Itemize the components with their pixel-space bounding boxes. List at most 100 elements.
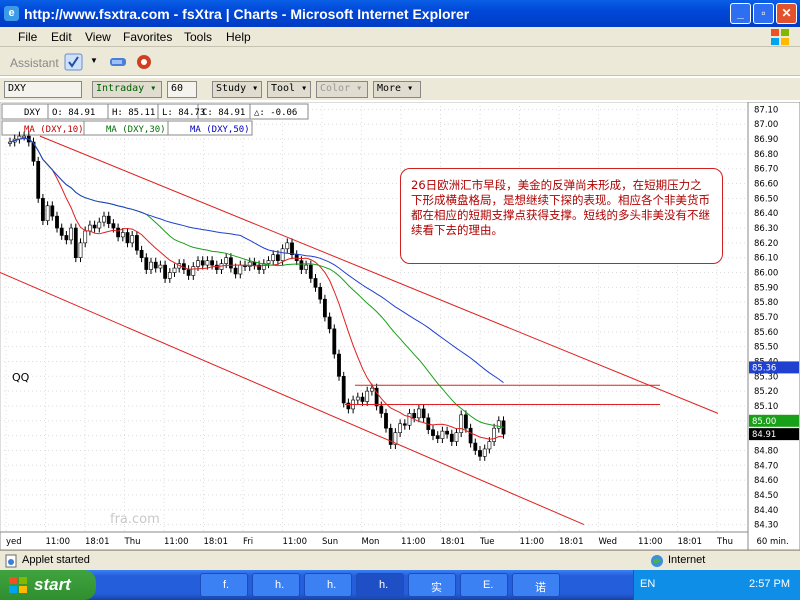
candle-body (149, 261, 153, 270)
candle-body (304, 264, 309, 270)
candle-body (487, 441, 492, 450)
time-tick-label: 18:01 (204, 537, 229, 547)
pencil-icon[interactable] (108, 53, 128, 71)
price-tick-label: 86.80 (754, 150, 778, 160)
time-axis: yed 11:00 18:01 Thu 11:00 18:01 Fri 11:00 Sun Mon… (0, 531, 789, 550)
price-tick-label: 84.70 (754, 461, 778, 471)
price-marker-label: 84.91 (752, 430, 776, 440)
study-menu-button[interactable]: Study ▾ (212, 81, 262, 98)
candle-body (191, 266, 196, 276)
price-axis: 87.10 87.00 86.90 86.80 86.70 86.60 86.50 86.40… (747, 102, 800, 550)
taskbar-window-button[interactable]: 实 (408, 573, 456, 597)
price-tick-label: 84.60 (754, 476, 778, 486)
ohlc-close: C: 84.91 (202, 108, 245, 118)
qq-label: QQ (12, 371, 30, 384)
candle-body (45, 205, 50, 221)
time-tick-label: 11:00 (46, 537, 71, 547)
color-menu-button[interactable]: Color ▾ (316, 81, 368, 98)
taskbar-window-button[interactable]: 诺 (512, 573, 560, 597)
candle-body (247, 261, 252, 267)
language-indicator[interactable]: EN (640, 578, 655, 590)
taskbar-window-button[interactable]: f. (200, 573, 248, 597)
period-input[interactable]: 60 (167, 81, 197, 98)
price-tick-label: 86.60 (754, 180, 778, 190)
candle-body (120, 232, 125, 238)
ma10-legend: MA (DXY,10) (24, 125, 84, 135)
price-tick-label: 84.40 (754, 506, 778, 516)
candle-body (266, 260, 271, 264)
minimize-button[interactable]: _ (730, 3, 751, 24)
candle-body (55, 215, 59, 229)
candle-body (139, 249, 144, 258)
candle-body (435, 435, 440, 439)
ohlc-change: △: -0.06 (254, 108, 297, 118)
page-icon (5, 554, 17, 568)
menu-view[interactable]: View (85, 30, 111, 44)
price-tick-label: 86.20 (754, 239, 778, 249)
candle-body (233, 267, 238, 275)
candle-body (205, 260, 210, 266)
assistant-check-icon[interactable] (64, 53, 84, 71)
symbol-input[interactable]: DXY (4, 81, 82, 98)
ma50-legend: MA (DXY,50) (190, 125, 250, 135)
windows-flag-icon (9, 577, 27, 593)
candle-body (346, 402, 351, 410)
price-tick-label: 86.70 (754, 165, 778, 175)
tool-label: Tool (271, 83, 296, 94)
taskbar-window-button[interactable]: h. (304, 573, 352, 597)
price-tick-label: 84.50 (754, 491, 778, 501)
menu-bar: File Edit View Favorites Tools Help (0, 27, 800, 47)
start-button[interactable]: start (0, 570, 96, 600)
candle-body (186, 269, 191, 276)
menu-file[interactable]: File (18, 30, 37, 44)
candle-body (83, 230, 88, 244)
annotation-box[interactable]: 26日欧洲汇市早段，美金的反弹尚未形成，在短期压力之下形成横盘格局，是想继续下探… (400, 168, 723, 264)
zone-text: Internet (668, 554, 706, 566)
tool-menu-button[interactable]: Tool ▾ (267, 81, 311, 98)
time-tick-label: 11:00 (283, 537, 308, 547)
price-tick-label: 86.90 (754, 135, 778, 145)
candle-body (369, 387, 374, 392)
menu-help[interactable]: Help (226, 30, 251, 44)
candle-body (449, 433, 454, 442)
price-tick-label: 84.80 (754, 446, 778, 456)
candle-body (332, 328, 337, 355)
candle-body (313, 278, 318, 288)
candle-body (421, 408, 426, 419)
time-tick-label: 11:00 (638, 537, 663, 547)
candle-body (69, 227, 74, 241)
more-menu-button[interactable]: More ▾ (373, 81, 421, 98)
candle-body (210, 260, 215, 266)
price-tick-label: 86.50 (754, 194, 778, 204)
maximize-button[interactable]: ▫ (753, 3, 774, 24)
taskbar-window-button[interactable]: h. (252, 573, 300, 597)
price-tick-label: 84.30 (754, 521, 778, 531)
price-tick-label: 85.20 (754, 387, 778, 397)
ohlc-symbol: DXY (24, 108, 41, 118)
candle-body (360, 396, 365, 402)
candle-body (440, 430, 445, 439)
assistant-label: Assistant (10, 56, 59, 70)
candle-body (224, 257, 229, 264)
candle-body (196, 260, 200, 267)
candle-body (97, 221, 102, 229)
candle-body (111, 223, 116, 229)
close-button[interactable]: ✕ (776, 3, 797, 24)
study-label: Study (216, 83, 247, 94)
candle-body (135, 235, 139, 251)
menu-favorites[interactable]: Favorites (123, 30, 172, 44)
settings-icon[interactable] (134, 53, 154, 71)
dropdown-arrow-icon[interactable]: ▼ (90, 56, 98, 65)
taskbar-window-button[interactable]: h. (356, 573, 404, 597)
assistant-toolbar: Assistant ▼ (0, 48, 800, 76)
taskbar-window-button[interactable]: E. (460, 573, 508, 597)
time-tick-label: Mon (362, 537, 380, 547)
interval-select[interactable]: Intraday ▾ (92, 81, 162, 98)
price-tick-label: 85.50 (754, 343, 778, 353)
menu-tools[interactable]: Tools (184, 30, 212, 44)
watermark-text: fra.com (110, 512, 160, 527)
price-tick-label: 86.00 (754, 269, 778, 279)
candle-body (365, 390, 370, 402)
menu-edit[interactable]: Edit (51, 30, 72, 44)
time-tick-label: 60 min. (757, 537, 789, 547)
